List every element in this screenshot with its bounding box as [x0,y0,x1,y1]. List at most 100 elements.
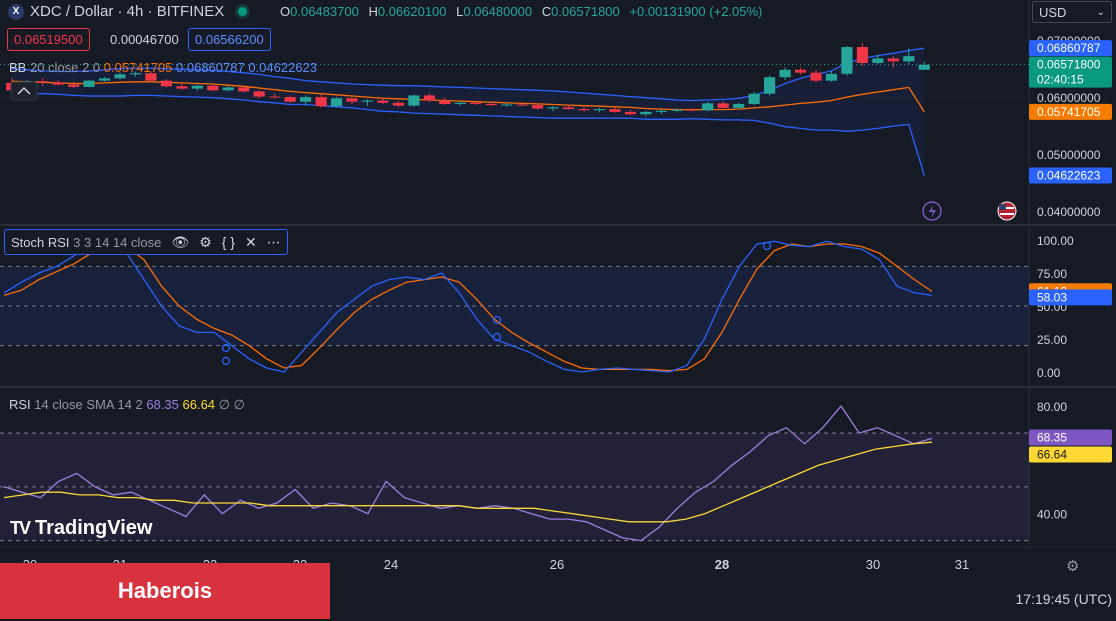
stoch-rsi-legend[interactable]: Stoch RSI 3 3 14 14 close 👁 ⚙ { } ✕ ⋯ [4,229,288,255]
buy-price-button[interactable]: 0.06566200 [188,28,271,51]
candle-body [532,105,544,109]
candle-body [609,109,621,112]
candle-body [810,72,822,81]
candle-body [686,109,698,111]
candle-body [872,58,884,63]
candle-body [315,97,327,107]
rsi-params: 14 close SMA 14 2 [34,397,143,412]
candle-body [330,98,343,107]
us-flag-stripe [1000,213,1014,215]
close-icon[interactable]: ✕ [245,234,257,251]
stoch-tick-label: 100.00 [1037,234,1074,248]
tradingview-logo: TV TradingView [10,517,152,540]
bb-params: 20 close 2 0 [29,60,101,75]
candle-body [176,86,188,89]
candle-body [284,97,296,102]
symbol-title: XDC / Dollar · 4h · BITFINEX [30,3,225,20]
more-icon[interactable]: ⋯ [267,234,281,251]
eye-icon[interactable]: 👁 [171,234,189,251]
candle-body [794,69,807,73]
bb-legend[interactable]: BB 20 close 2 0 0.05741705 0.06860787 0.… [9,60,317,75]
ohlc-open: 0.06483700 [290,4,359,19]
candle-body [160,80,172,87]
currency-value: USD [1039,5,1067,20]
last-price-tag: 0.06571800 [1037,58,1101,72]
candle-body [392,102,404,106]
candle-body [717,103,729,108]
ohlc-close-key: C [541,4,552,19]
time-tick-label: 30 [866,557,880,572]
candle-body [300,97,312,102]
bb-upper-value: 0.06860787 [176,60,245,75]
candle-body [748,93,760,104]
symbol-header[interactable]: X XDC / Dollar · 4h · BITFINEX [8,3,248,20]
bb-upper-axis-tag: 0.06860787 [1037,41,1101,55]
time-tick-label: 24 [384,557,398,572]
candle-body [655,110,667,112]
candle-body [408,95,420,106]
xdc-logo-icon: X [8,3,24,20]
collapse-button [10,81,38,101]
candle-body [887,58,899,62]
candle-body [191,85,203,89]
candle-body [516,104,528,106]
candle-body [361,100,374,102]
braces-icon[interactable]: { } [222,234,235,250]
gear-icon[interactable]: ⚙ [199,234,212,251]
utc-clock: 17:19:45 (UTC) [1015,591,1112,607]
market-open-icon [238,7,248,16]
spread-value: 0.00046700 [110,32,179,47]
bb-basis-axis-tag: 0.05741705 [1037,105,1101,119]
currency-select[interactable]: USD ⌄ [1032,1,1112,23]
bb-lower-axis-tag: 0.04622623 [1037,168,1101,182]
candle-body [856,47,868,63]
candle-body [918,64,930,70]
stoch-tick-label: 75.00 [1037,267,1067,281]
candle-body [825,73,838,81]
candle-body [423,95,435,101]
candle-body [702,103,714,111]
candle-body [593,109,606,111]
rsi-tag: 68.35 [1037,430,1067,444]
sell-price-button[interactable]: 0.06519500 [7,28,90,51]
chart-canvas[interactable]: 0.070000000.060000000.050000000.04000000… [0,0,1116,621]
candle-body [37,81,49,83]
stoch-tick-label: 0.00 [1037,366,1061,380]
candle-body [377,100,389,103]
candle-body [68,84,80,87]
candle-body [269,96,281,98]
candle-body [238,87,250,92]
candle-body [52,82,64,85]
candle-body [207,85,219,91]
candle-body [841,47,853,74]
price-tick-label: 0.05000000 [1037,148,1101,162]
price-tick-label: 0.04000000 [1037,205,1101,219]
candle-body [562,107,575,110]
candle-body [903,56,915,62]
candle-body [253,91,265,97]
ohlc-high-key: H [368,4,378,19]
ohlc-close: 0.06571800 [551,4,620,19]
bb-lower-value: 0.04622623 [248,60,318,75]
candle-body [485,103,497,106]
rsi-value: 68.35 [146,397,179,412]
rsi-sma-tag: 66.64 [1037,447,1067,461]
candle-body [439,100,451,104]
candle-body [501,104,513,106]
us-flag-canton [999,204,1006,210]
ohlc-open-key: O [280,4,291,19]
candle-body [222,87,234,91]
tradingview-mark-icon: TV [10,518,31,538]
candle-body [733,103,745,108]
rsi-legend[interactable]: RSI 14 close SMA 14 2 68.35 66.64 ∅ ∅ [9,397,245,413]
rsi-tick-label: 40.00 [1037,508,1067,522]
time-tick-label: 28 [715,557,729,572]
candle-body [764,77,776,94]
candle-body [547,107,559,109]
rsi-tick-label: 80.00 [1037,400,1067,414]
settings-gear-icon[interactable]: ⚙ [1066,557,1079,575]
ohlc-change: +0.00131900 (+2.05%) [629,4,763,19]
haberois-banner: Haberois [0,563,330,619]
rsi-sma-value: 66.64 [182,397,216,412]
stoch-tick-label: 25.00 [1037,333,1067,347]
